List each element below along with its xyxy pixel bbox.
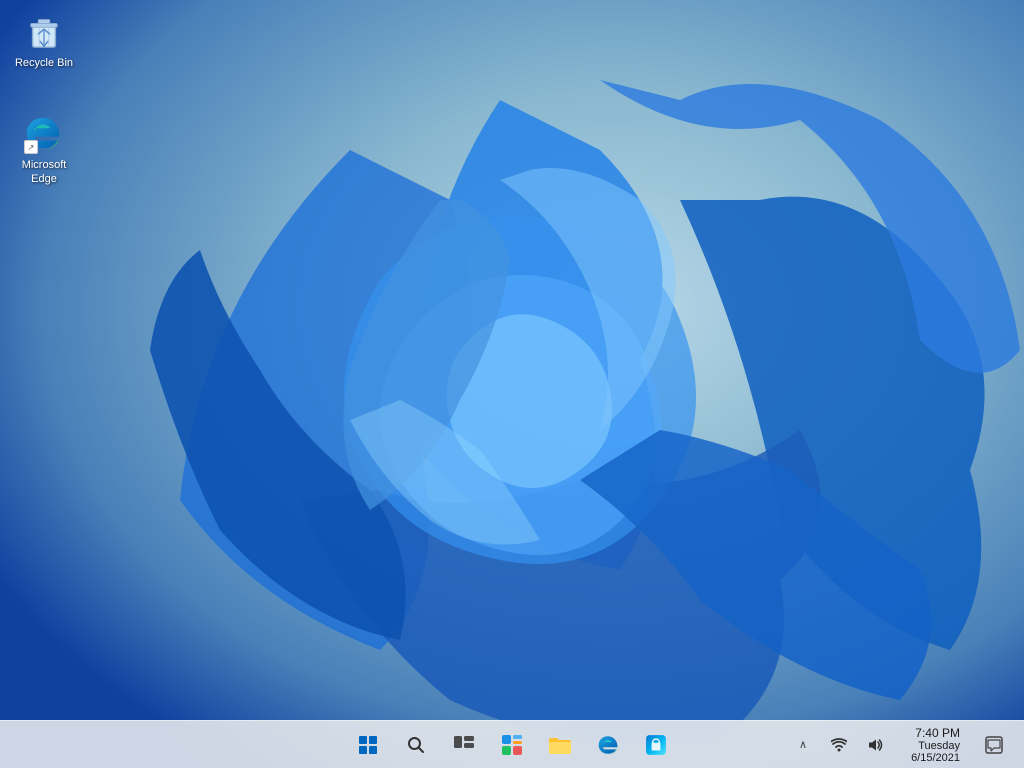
taskbar-center bbox=[346, 723, 678, 767]
folder-icon bbox=[549, 735, 571, 755]
show-hidden-button[interactable]: ∧ bbox=[787, 729, 819, 761]
edge-image: ↗ bbox=[24, 114, 64, 154]
taskbar-right: ∧ bbox=[779, 721, 1016, 768]
start-button[interactable] bbox=[346, 723, 390, 767]
wallpaper bbox=[0, 0, 1024, 768]
file-explorer-button[interactable] bbox=[538, 723, 582, 767]
widgets-button[interactable] bbox=[490, 723, 534, 767]
store-button[interactable] bbox=[634, 723, 678, 767]
notification-icon bbox=[985, 736, 1003, 754]
system-tray: ∧ bbox=[779, 721, 899, 768]
clock-time: 7:40 PM bbox=[915, 726, 960, 740]
search-button[interactable] bbox=[394, 723, 438, 767]
widgets-icon bbox=[502, 735, 522, 755]
desktop: Recycle Bin bbox=[0, 0, 1024, 768]
volume-icon[interactable] bbox=[859, 729, 891, 761]
edge-taskbar-button[interactable] bbox=[586, 723, 630, 767]
clock[interactable]: 7:40 PM Tuesday 6/15/2021 bbox=[903, 721, 968, 768]
search-icon bbox=[407, 736, 425, 754]
shortcut-arrow: ↗ bbox=[24, 140, 38, 154]
taskbar: ∧ bbox=[0, 720, 1024, 768]
clock-date: 6/15/2021 bbox=[911, 752, 960, 764]
taskview-button[interactable] bbox=[442, 723, 486, 767]
microsoft-edge-icon[interactable]: ↗ Microsoft Edge bbox=[4, 110, 84, 191]
recycle-bin-image bbox=[24, 12, 64, 52]
windows-logo-icon bbox=[359, 736, 377, 754]
taskview-icon bbox=[454, 736, 474, 754]
clock-day: Tuesday bbox=[918, 740, 960, 752]
recycle-bin-icon[interactable]: Recycle Bin bbox=[4, 8, 84, 74]
edge-label: Microsoft Edge bbox=[8, 158, 80, 187]
store-icon bbox=[645, 734, 667, 756]
edge-taskbar-icon bbox=[597, 734, 619, 756]
notification-button[interactable] bbox=[972, 723, 1016, 767]
network-icon[interactable] bbox=[823, 729, 855, 761]
chevron-up-icon: ∧ bbox=[799, 738, 807, 751]
recycle-bin-label: Recycle Bin bbox=[15, 56, 73, 70]
